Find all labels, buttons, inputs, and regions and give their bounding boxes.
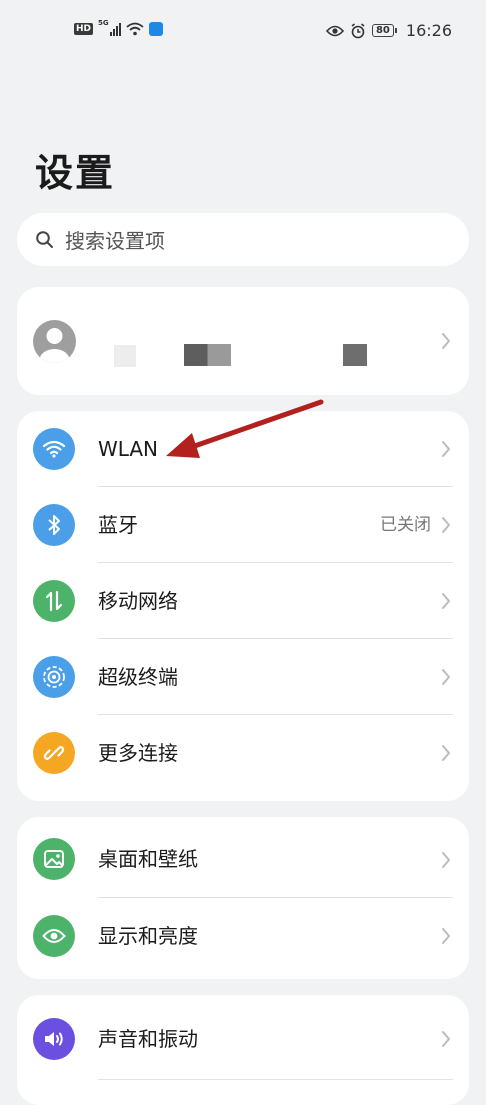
chevron-right-icon [442,1031,450,1047]
chevron-right-icon [442,852,450,868]
settings-item-super-device[interactable]: 超级终端 [17,639,469,715]
super-device-icon [33,656,75,698]
settings-item-wlan[interactable]: WLAN [17,411,469,487]
settings-item-display-brightness[interactable]: 显示和亮度 [17,898,469,979]
settings-item-label: 桌面和壁纸 [98,847,198,871]
sound-settings-card: 声音和振动 [17,995,469,1105]
search-input[interactable]: 搜索设置项 [17,213,469,266]
settings-item-bluetooth[interactable]: 蓝牙 已关闭 [17,487,469,563]
network-type: 5G [98,19,109,27]
page-title: 设置 [35,151,116,195]
battery-indicator: 80 [371,24,397,37]
settings-item-label: WLAN [98,437,159,461]
signal-icon [109,22,121,36]
search-icon [36,230,53,248]
speaker-icon [33,1018,75,1060]
hd-badge: HD [74,23,94,35]
chevron-right-icon [442,333,450,349]
hotspot-icon [148,22,163,36]
alarm-icon [351,22,365,38]
chevron-right-icon [442,928,450,944]
chevron-right-icon [442,745,450,761]
settings-item-label: 更多连接 [98,741,178,765]
settings-item-mobile-network[interactable]: 移动网络 [17,563,469,639]
settings-item-label: 超级终端 [98,665,178,689]
settings-item-label: 蓝牙 [98,513,138,537]
network-settings-card: WLAN 蓝牙 已关闭 移动网络 超级终端 更多连接 [17,411,469,801]
settings-item-label: 声音和振动 [98,1027,198,1051]
user-icon [39,328,70,363]
account-card[interactable] [17,287,469,395]
link-icon [33,732,75,774]
bluetooth-icon [33,504,75,546]
settings-item-more-connections[interactable]: 更多连接 [17,715,469,791]
settings-item-label: 移动网络 [98,589,178,613]
search-placeholder: 搜索设置项 [65,229,165,253]
status-right: 80 16:26 [325,21,452,40]
clock: 16:26 [405,21,452,40]
avatar [33,320,76,363]
chevron-right-icon [442,517,450,533]
eye-comfort-icon [325,25,344,36]
settings-item-label: 显示和亮度 [98,924,198,948]
status-bar: HD 5G 80 16:26 [0,0,486,62]
redacted-name [184,344,231,366]
settings-item-sound-vibration[interactable]: 声音和振动 [17,995,469,1080]
chevron-right-icon [442,593,450,609]
settings-item-wallpaper[interactable]: 桌面和壁纸 [17,817,469,898]
wallpaper-icon [33,838,75,880]
wifi-icon [33,428,75,470]
redacted-name [343,344,367,366]
bluetooth-status: 已关闭 [380,515,431,535]
wifi-status-icon [126,22,144,36]
eye-icon [33,915,75,957]
chevron-right-icon [442,669,450,685]
chevron-right-icon [442,441,450,457]
redacted-name [114,345,136,367]
display-settings-card: 桌面和壁纸 显示和亮度 [17,817,469,979]
mobile-data-icon [33,580,75,622]
status-left: HD 5G [74,19,163,36]
